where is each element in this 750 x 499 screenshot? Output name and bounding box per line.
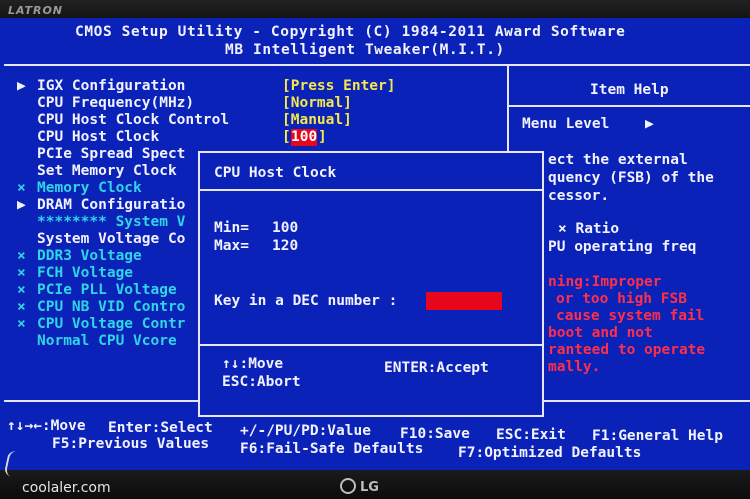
help-line: cessor. xyxy=(548,188,610,204)
menu-item-value-selected[interactable]: 100 xyxy=(291,129,318,146)
footer-key-move: ↑↓→←:Move xyxy=(7,418,86,434)
dec-number-input[interactable] xyxy=(426,292,502,310)
submenu-arrow-icon: ▶ xyxy=(17,78,26,94)
menu-item-value-bracket-open: [ xyxy=(282,129,291,145)
frame-top-divider xyxy=(4,64,750,66)
menu-item-value: [Manual] xyxy=(282,112,352,128)
menu-item-label: DRAM Configuratio xyxy=(37,197,186,213)
help-warning-line: mally. xyxy=(548,359,601,375)
min-label: Min= xyxy=(214,220,249,236)
menu-item-label: CPU Frequency(MHz) xyxy=(37,95,195,111)
menu-item-label: DDR3 Voltage xyxy=(37,248,142,264)
cpu-host-clock-dialog: CPU Host Clock Min= 100 Max= 120 Key in … xyxy=(198,151,544,417)
menu-item-label: Memory Clock xyxy=(37,180,142,196)
help-line: quency (FSB) of the xyxy=(548,170,714,186)
menu-level-label: Menu Level xyxy=(522,116,610,132)
menu-item-label: Set Memory Clock xyxy=(37,163,177,179)
menu-item-label: FCH Voltage xyxy=(37,265,134,281)
dialog-nav-abort: ESC:Abort xyxy=(222,374,301,390)
dialog-nav-accept: ENTER:Accept xyxy=(384,360,489,376)
lg-logo-icon xyxy=(340,478,356,494)
help-warning-line: cause system fail xyxy=(556,308,705,324)
submenu-arrow-icon: ▶ xyxy=(17,197,26,213)
section-heading-label: ******** System V xyxy=(37,214,186,230)
lg-logo: LG xyxy=(340,478,379,495)
input-prompt: Key in a DEC number : xyxy=(214,293,398,309)
dialog-footer-divider xyxy=(200,344,542,346)
help-warning-line: ranteed to operate xyxy=(548,342,706,358)
disabled-marker-icon: × xyxy=(17,316,26,332)
footer-key-exit: ESC:Exit xyxy=(496,427,566,443)
footer-key-help: F1:General Help xyxy=(592,428,723,444)
watermark-text: coolaler.com xyxy=(22,480,111,496)
menu-item-label: CPU NB VID Contro xyxy=(37,299,186,315)
max-label: Max= xyxy=(214,238,249,254)
help-line: PU operating freq xyxy=(548,239,697,255)
menu-item-value: [Press Enter] xyxy=(282,78,396,94)
menu-item-label: System Voltage Co xyxy=(37,231,186,247)
help-title: Item Help xyxy=(590,82,669,98)
menu-item-label: Normal CPU Vcore xyxy=(37,333,177,349)
menu-item-value-bracket-close: ] xyxy=(318,129,327,145)
menu-item-label: IGX Configuration xyxy=(37,78,186,94)
help-warning-line: boot and not xyxy=(548,325,653,341)
disabled-marker-icon: × xyxy=(17,265,26,281)
menu-item-label: CPU Voltage Contr xyxy=(37,316,186,332)
menu-level-arrow-icon: ▶ xyxy=(645,116,654,132)
footer-key-fail-safe: F6:Fail-Safe Defaults xyxy=(240,441,424,457)
disabled-marker-icon: × xyxy=(17,180,26,196)
disabled-marker-icon: × xyxy=(17,299,26,315)
footer-key-select: Enter:Select xyxy=(108,420,213,436)
menu-item-label: PCIe PLL Voltage xyxy=(37,282,177,298)
help-line: ect the external xyxy=(548,152,688,168)
disabled-marker-icon: × xyxy=(17,248,26,264)
menu-item-label: PCIe Spread Spect xyxy=(37,146,186,162)
disabled-marker-icon: × xyxy=(17,282,26,298)
footer-key-previous-values: F5:Previous Values xyxy=(52,436,210,452)
dialog-nav-move: ↑↓:Move xyxy=(222,356,284,372)
max-value: 120 xyxy=(272,238,299,254)
help-warning-line: ning:Improper xyxy=(548,274,662,290)
header-subtitle: MB Intelligent Tweaker(M.I.T.) xyxy=(225,42,505,58)
monitor: LATRON CMOS Setup Utility - Copyright (C… xyxy=(0,0,750,499)
header-title: CMOS Setup Utility - Copyright (C) 1984-… xyxy=(75,24,626,40)
footer-key-optimized: F7:Optimized Defaults xyxy=(458,445,642,461)
help-title-divider xyxy=(507,105,750,107)
help-warning-line: or too high FSB xyxy=(556,291,687,307)
monitor-brand: LATRON xyxy=(8,4,64,17)
footer-key-value: +/-/PU/PD:Value xyxy=(240,423,371,439)
monitor-bezel-bottom: LG xyxy=(0,470,750,499)
bios-screen: CMOS Setup Utility - Copyright (C) 1984-… xyxy=(0,18,750,470)
dialog-title: CPU Host Clock xyxy=(214,165,337,181)
menu-item-value: [Normal] xyxy=(282,95,352,111)
menu-item-label: CPU Host Clock xyxy=(37,129,160,145)
menu-item-label: CPU Host Clock Control xyxy=(37,112,230,128)
dialog-title-divider xyxy=(200,189,542,191)
min-value: 100 xyxy=(272,220,299,236)
help-line: × Ratio xyxy=(558,221,620,237)
